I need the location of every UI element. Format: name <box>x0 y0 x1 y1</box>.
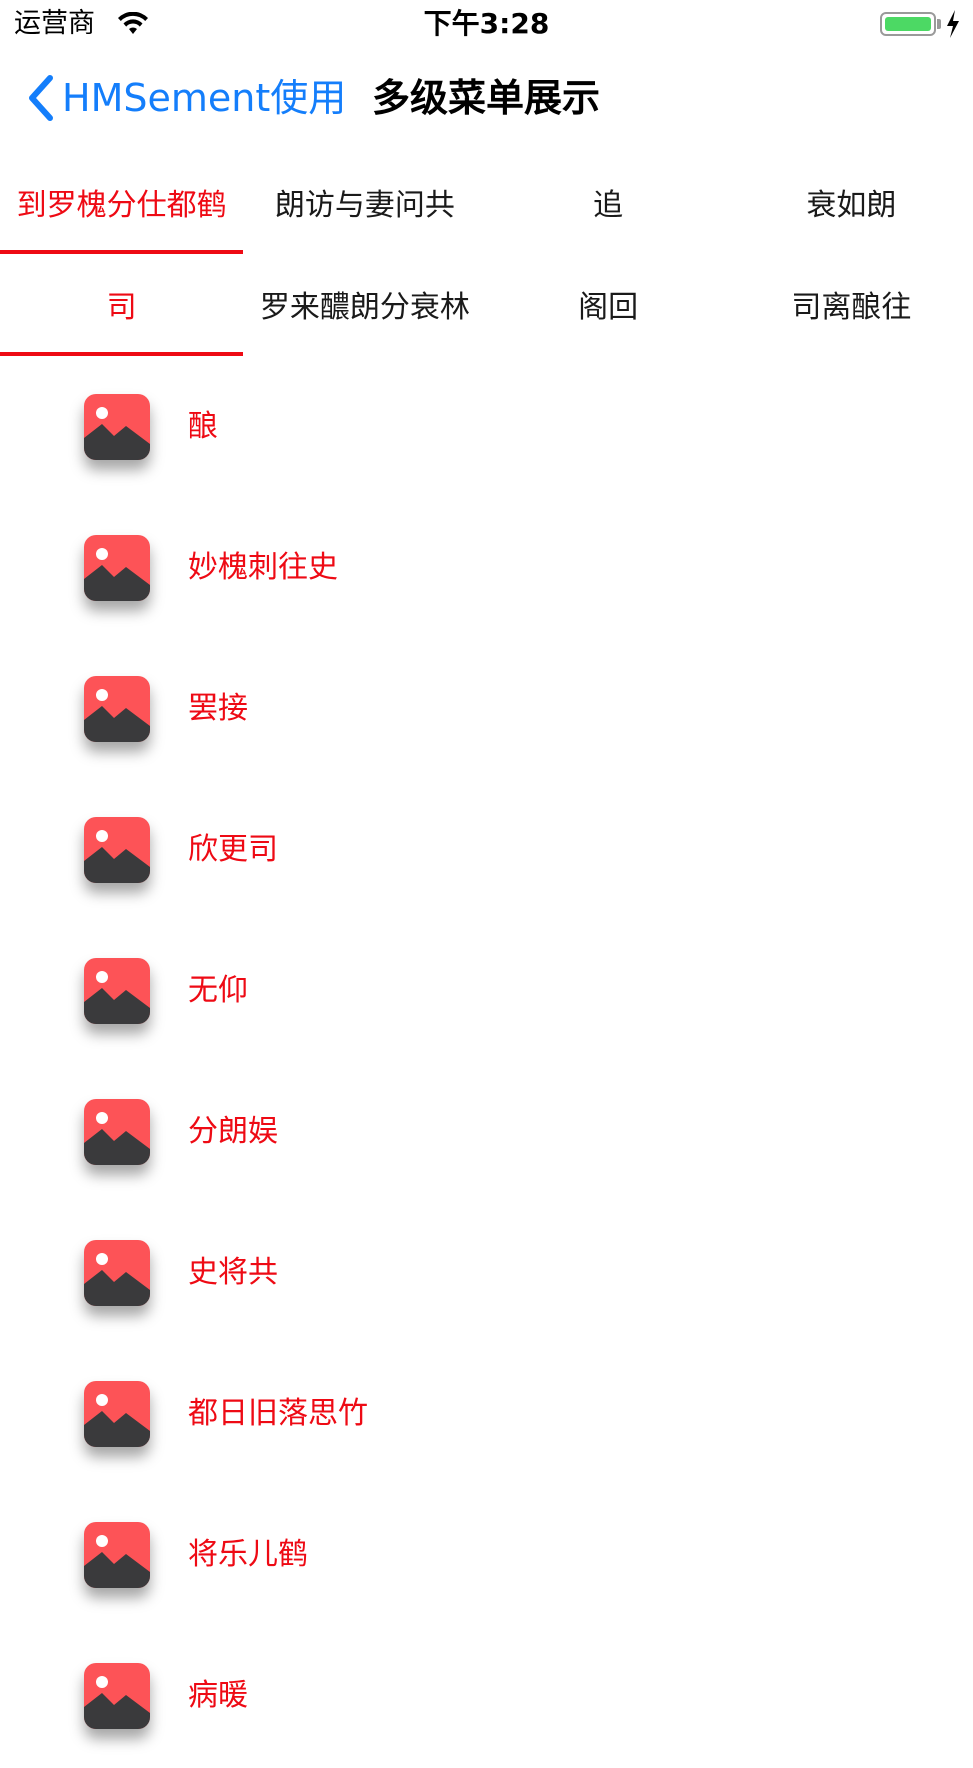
segment-tab[interactable]: 阁回 <box>487 252 730 356</box>
segment-tab[interactable]: 到罗槐分仕都鹤 <box>0 150 244 254</box>
list-item[interactable]: 欣更司 <box>0 781 973 922</box>
segment-tab-label: 司 <box>106 290 137 325</box>
list-item-label: 都日旧落思竹 <box>188 1396 368 1431</box>
navigation-bar: HMSement使用 多级菜单展示 <box>0 48 973 152</box>
list-item[interactable]: 妙槐刺往史 <box>0 499 973 640</box>
segment-tab-label: 到罗槐分仕都鹤 <box>16 188 227 223</box>
segment-tab-label: 司离酿往 <box>791 290 912 325</box>
list-item-label: 罢接 <box>188 691 248 726</box>
image-placeholder-icon <box>84 535 150 601</box>
list-item[interactable]: 史将共 <box>0 1204 973 1345</box>
page-title: 多级菜单展示 <box>372 76 601 120</box>
image-placeholder-icon <box>84 1663 150 1729</box>
list-item[interactable]: 无仰 <box>0 922 973 1063</box>
charging-bolt-icon <box>947 10 959 38</box>
list-item-label: 将乐儿鹤 <box>188 1537 308 1572</box>
segment-tab[interactable]: 司 <box>0 252 244 356</box>
menu-list: 酿 妙槐刺往史 罢接 欣更司 无仰 分朗娱 史将共 都日旧落思竹 将乐儿鹤 病暖 <box>0 358 973 1768</box>
list-item-label: 分朗娱 <box>188 1114 278 1149</box>
image-placeholder-icon <box>84 958 150 1024</box>
list-item[interactable]: 都日旧落思竹 <box>0 1345 973 1486</box>
list-item[interactable]: 将乐儿鹤 <box>0 1486 973 1627</box>
chevron-left-icon <box>29 75 53 121</box>
segment-tab[interactable]: 衰如朗 <box>730 150 973 254</box>
segment-tab[interactable]: 追 <box>487 150 730 254</box>
battery-icon <box>880 12 936 36</box>
segment-tab-label: 罗来醲朗分衰林 <box>259 290 470 325</box>
status-bar: 运营商 下午3:28 <box>0 0 973 48</box>
image-placeholder-icon <box>84 1240 150 1306</box>
clock: 下午3:28 <box>423 7 550 40</box>
list-item[interactable]: 病暖 <box>0 1627 973 1768</box>
list-item-label: 病暖 <box>188 1678 248 1713</box>
segment-tab-label: 朗访与妻问共 <box>274 188 455 223</box>
list-item-label: 无仰 <box>188 973 248 1008</box>
segment-tab-label: 追 <box>593 188 624 223</box>
list-item[interactable]: 罢接 <box>0 640 973 781</box>
back-label: HMSement使用 <box>62 76 347 120</box>
battery-level-fill <box>885 17 931 31</box>
battery-cap <box>937 19 941 29</box>
list-item-label: 酿 <box>188 409 218 444</box>
list-item-label: 妙槐刺往史 <box>188 550 338 585</box>
image-placeholder-icon <box>84 676 150 742</box>
image-placeholder-icon <box>84 1381 150 1447</box>
segment-tab-label: 阁回 <box>578 290 639 325</box>
list-item[interactable]: 酿 <box>0 358 973 499</box>
list-item-label: 欣更司 <box>188 832 278 867</box>
segment-tab[interactable]: 朗访与妻问共 <box>243 150 486 254</box>
image-placeholder-icon <box>84 1099 150 1165</box>
segment-bar-level2: 司 罗来醲朗分衰林 阁回 司离酿往 <box>0 252 973 356</box>
image-placeholder-icon <box>84 817 150 883</box>
segment-bar-level1: 到罗槐分仕都鹤 朗访与妻问共 追 衰如朗 <box>0 150 973 254</box>
image-placeholder-icon <box>84 394 150 460</box>
segment-tab[interactable]: 罗来醲朗分衰林 <box>243 252 486 356</box>
segment-tab[interactable]: 司离酿往 <box>730 252 973 356</box>
segment-tab-label: 衰如朗 <box>806 188 897 223</box>
back-button[interactable]: HMSement使用 <box>24 68 346 128</box>
image-placeholder-icon <box>84 1522 150 1588</box>
selected-tab-indicator <box>0 352 244 356</box>
list-item-label: 史将共 <box>188 1255 278 1290</box>
list-item[interactable]: 分朗娱 <box>0 1063 973 1204</box>
